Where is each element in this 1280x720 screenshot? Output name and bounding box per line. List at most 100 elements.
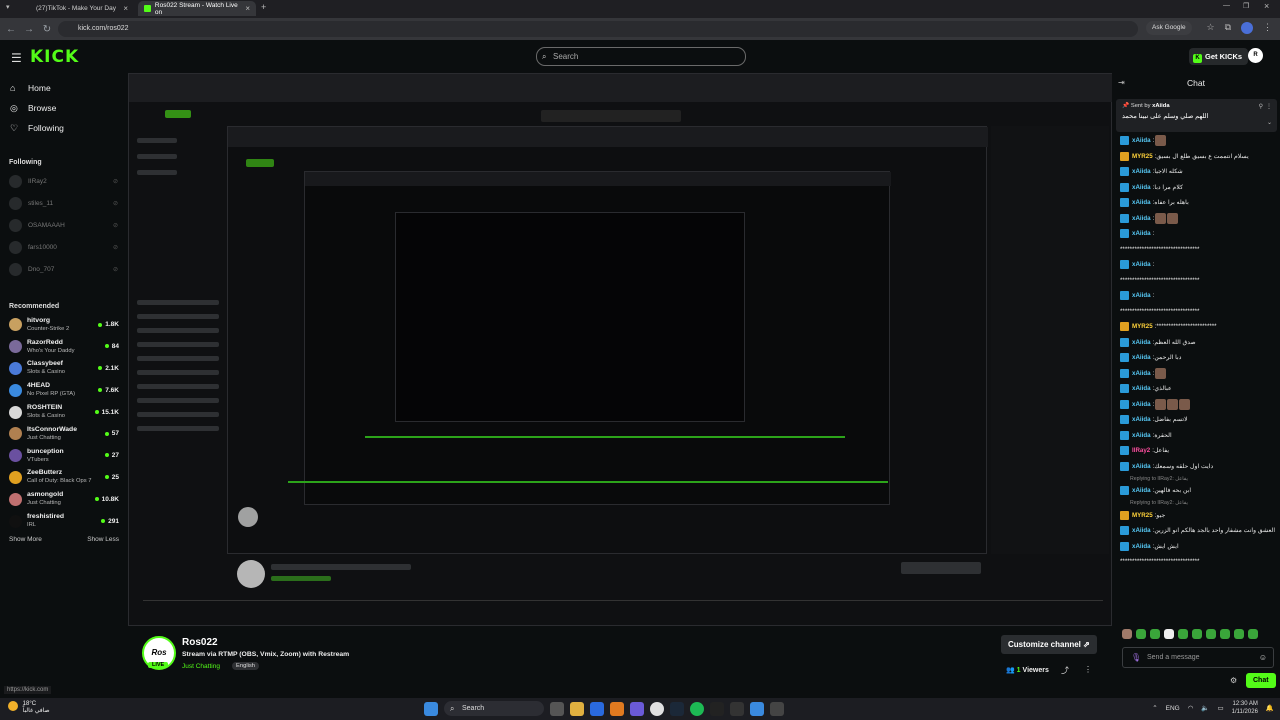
chat-username[interactable]: MYR25 [1132,323,1153,330]
chevron-up-icon[interactable]: ⌃ [1152,704,1157,712]
chat-message[interactable]: xAiida: [1120,366,1276,382]
recommended-channel[interactable]: ROSHTEIN Slots & Casino 15.1K [0,401,128,423]
pinned-menu-icon[interactable]: ⋮ [1266,103,1272,110]
chat-message[interactable]: MYR25: جيو [1120,508,1276,524]
emote-icon[interactable] [1122,629,1132,639]
recommended-channel[interactable]: Classybeef Slots & Casino 2.1K [0,358,128,380]
followed-channel[interactable]: Dno_707 ⊘ [0,258,128,280]
obs-icon[interactable] [710,701,724,716]
chat-message[interactable]: ********************************* [1120,304,1276,320]
chat-message[interactable]: xAiida: عبالذي [1120,381,1276,397]
chat-message[interactable]: xAiida: [1120,133,1276,149]
recommended-channel[interactable]: ItsConnorWade Just Chatting 57 [0,423,128,445]
recommended-channel[interactable]: ZeeButterz Call of Duty: Black Ops 7 25 [0,467,128,489]
recommended-channel[interactable]: freshistired IRL 291 [0,510,128,532]
chat-username[interactable]: xAiida [1132,543,1151,550]
reload-icon[interactable]: ↻ [38,24,56,35]
close-icon[interactable]: × [123,4,128,13]
clock[interactable]: 12:30 AM 1/11/2026 [1232,700,1258,716]
get-kicks-button[interactable]: K Get KICKs [1189,48,1249,65]
recommended-channel[interactable]: RazorRedd Who's Your Daddy 84 [0,336,128,358]
channel-name[interactable]: Ros022 [182,637,218,648]
search-input[interactable]: ⌕ Search [536,47,746,66]
chat-username[interactable]: xAiida [1132,401,1151,408]
chrome-icon[interactable] [650,701,664,716]
chat-message[interactable]: xAiida: [1120,257,1276,273]
emote-icon[interactable] [1150,629,1160,639]
chat-username[interactable]: MYR25 [1132,153,1153,160]
weather-widget[interactable]: 18°C صافي غالباً [8,701,50,715]
share-icon[interactable]: ⤴ [1061,665,1069,676]
reply-indicator[interactable]: Replying to IIRay2: يفاعل [1120,499,1276,508]
emote-icon[interactable] [1192,629,1202,639]
url-field[interactable]: kick.com/ros022 [58,21,1138,37]
chat-message[interactable]: MYR25: ************************* [1120,319,1276,335]
minimize-icon[interactable]: — [1223,2,1230,9]
chat-username[interactable]: xAiida [1132,184,1151,191]
chat-username[interactable]: xAiida [1132,199,1151,206]
emote-icon[interactable] [1178,629,1188,639]
window-close-icon[interactable]: × [1264,1,1269,11]
language-tag[interactable]: English [232,662,260,670]
chat-username[interactable]: xAiida [1132,432,1151,439]
wifi-icon[interactable]: ◠ [1188,704,1194,712]
chat-username[interactable]: xAiida [1132,215,1151,222]
close-icon[interactable]: × [245,4,250,13]
gear-icon[interactable]: ⚙ [1230,676,1237,685]
send-chat-button[interactable]: Chat [1246,673,1276,688]
tab-list-icon[interactable]: ▾ [6,3,10,11]
chat-username[interactable]: xAiida [1132,354,1151,361]
chat-username[interactable]: xAiida [1132,370,1151,377]
emote-icon[interactable] [1220,629,1230,639]
chat-username[interactable]: IIRay2 [1132,447,1150,454]
chat-username[interactable]: xAiida [1132,463,1151,470]
chat-message[interactable]: ********************************* [1120,554,1276,570]
chat-username[interactable]: xAiida [1132,385,1151,392]
followed-channel[interactable]: OSAMAAAH ⊘ [0,214,128,236]
collapse-chat-icon[interactable]: ⇥ [1118,73,1125,93]
recommended-channel[interactable]: hitvorg Counter-Strike 2 1.8K [0,314,128,336]
chat-message[interactable]: MYR25: يسلام انتممت ع بسيق طلع ال بسيق [1120,149,1276,165]
sidebar-item-home[interactable]: ⌂ Home [0,78,128,98]
emote-icon[interactable] [1206,629,1216,639]
reply-indicator[interactable]: Replying to IIRay2: يفاعل [1120,474,1276,483]
new-tab-icon[interactable]: + [261,2,266,12]
recommended-channel[interactable]: 4HEAD No Pixel RP (GTA) 7.6K [0,379,128,401]
followed-channel[interactable]: fars10000 ⊘ [0,236,128,258]
windows-start-icon[interactable] [424,701,438,716]
chat-username[interactable]: xAiida [1132,230,1151,237]
video-player[interactable] [128,73,1112,626]
chat-username[interactable]: xAiida [1132,487,1151,494]
app-icon[interactable] [730,701,744,716]
hamburger-menu-icon[interactable]: ☰ [11,51,22,65]
extensions-icon[interactable]: ⧉ [1225,22,1231,34]
chat-message[interactable]: ********************************* [1120,273,1276,289]
chat-username[interactable]: xAiida [1132,168,1151,175]
volume-icon[interactable]: 🔈 [1201,704,1209,712]
sidebar-item-following[interactable]: ♡ Following [0,118,128,138]
chat-username[interactable]: xAiida [1132,292,1151,299]
task-view-icon[interactable] [550,701,564,716]
back-icon[interactable]: ← [2,24,20,35]
tab-tiktok[interactable]: (27)TikTok - Make Your Day × [30,1,134,16]
emote-icon[interactable] [1164,629,1174,639]
app-icon[interactable] [770,701,784,716]
maximize-icon[interactable]: ❐ [1243,2,1249,10]
emote-icon[interactable] [1136,629,1146,639]
chat-message[interactable]: xAiida: ايش ايش [1120,539,1276,555]
chat-username[interactable]: xAiida [1132,416,1151,423]
discord-icon[interactable] [630,701,644,716]
store-icon[interactable] [590,701,604,716]
kick-logo[interactable]: KICK [30,47,79,67]
chat-message[interactable]: xAiida: [1120,226,1276,242]
chat-message[interactable]: xAiida: [1120,211,1276,227]
chat-message[interactable]: xAiida: صدق الله العظم [1120,335,1276,351]
stream-category[interactable]: Just Chatting [182,663,220,670]
chat-message[interactable]: xAiida: ابن بحه فالهين [1120,483,1276,499]
chevron-down-icon[interactable]: ⌄ [1267,119,1272,126]
taskbar-search[interactable]: Search [444,701,544,716]
chat-message[interactable]: xAiida: شكله الاجيا [1120,164,1276,180]
notifications-icon[interactable]: 🔔 [1266,704,1274,712]
recommended-channel[interactable]: asmongold Just Chatting 10.8K [0,488,128,510]
emote-icon[interactable] [1248,629,1258,639]
